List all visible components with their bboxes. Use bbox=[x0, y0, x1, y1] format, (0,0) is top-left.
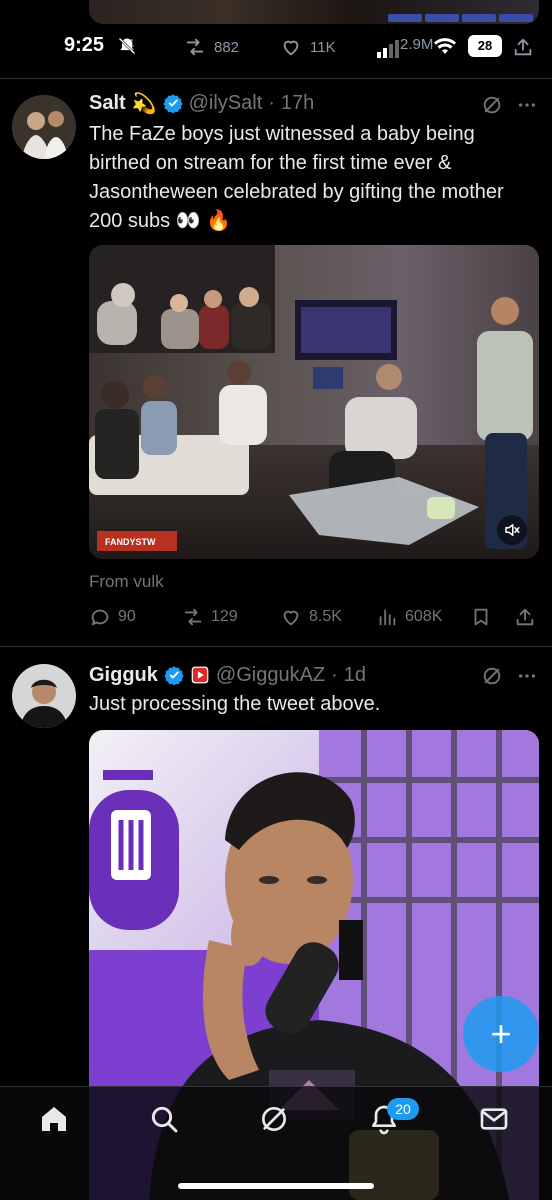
like-count: 8.5K bbox=[309, 608, 342, 625]
tweet-age[interactable]: 17h bbox=[281, 92, 314, 115]
battery-indicator: 28 bbox=[468, 35, 502, 57]
bookmark-button[interactable] bbox=[470, 606, 492, 628]
compose-button[interactable]: + bbox=[463, 996, 539, 1072]
author-handle[interactable]: @GiggukAZ bbox=[216, 664, 325, 687]
header-separator: · bbox=[268, 91, 275, 114]
author-name[interactable]: Gigguk bbox=[89, 664, 158, 687]
cellular-signal-icon bbox=[377, 40, 399, 58]
avatar-image bbox=[12, 95, 76, 159]
status-time: 9:25 bbox=[64, 34, 105, 56]
youtube-affiliate-icon bbox=[191, 666, 209, 684]
retweet-button[interactable]: 129 bbox=[182, 606, 238, 628]
tweet-header: Gigguk @GiggukAZ · 1d bbox=[89, 662, 366, 688]
views-chart-icon bbox=[379, 609, 396, 626]
media-watermark bbox=[388, 14, 533, 22]
reply-button[interactable]: 90 bbox=[89, 606, 136, 628]
share-button[interactable] bbox=[514, 606, 536, 628]
notifications-badge: 20 bbox=[387, 1098, 419, 1120]
previous-tweet-media[interactable] bbox=[89, 0, 539, 24]
bell-slash-icon bbox=[118, 37, 136, 55]
divider bbox=[0, 646, 552, 647]
grok-icon[interactable] bbox=[481, 94, 503, 116]
header-separator: · bbox=[331, 663, 338, 686]
grok-icon[interactable] bbox=[258, 1103, 290, 1135]
author-name-emoji: 💫 bbox=[131, 92, 157, 115]
divider bbox=[0, 78, 552, 79]
messages-envelope-icon[interactable] bbox=[478, 1103, 510, 1135]
wifi-icon bbox=[434, 38, 456, 54]
home-indicator[interactable] bbox=[178, 1183, 374, 1189]
search-icon[interactable] bbox=[148, 1103, 180, 1135]
mute-button[interactable] bbox=[497, 515, 527, 545]
status-bar: 9:25 28 bbox=[0, 30, 552, 64]
avatar[interactable] bbox=[12, 664, 76, 728]
retweet-count: 129 bbox=[211, 608, 238, 625]
avatar[interactable] bbox=[12, 95, 76, 159]
tweet-text: Just processing the tweet above. bbox=[89, 693, 381, 715]
tweet-actions: 90 129 8.5K 608K bbox=[0, 606, 552, 632]
tweet-text: The FaZe boys just witnessed a baby bein… bbox=[89, 123, 504, 232]
heart-icon bbox=[283, 610, 299, 626]
video-frame: FANDYSTW bbox=[89, 245, 539, 559]
more-options-icon[interactable] bbox=[516, 665, 538, 687]
views-button[interactable]: 608K bbox=[376, 606, 442, 628]
tweet-age[interactable]: 1d bbox=[344, 664, 366, 687]
author-handle[interactable]: @ilySalt bbox=[189, 92, 263, 115]
reply-icon bbox=[91, 609, 109, 626]
tweet-video[interactable]: FANDYSTW bbox=[89, 245, 539, 559]
retweet-icon bbox=[184, 608, 202, 626]
share-icon bbox=[516, 608, 534, 626]
bookmark-icon bbox=[474, 608, 488, 626]
more-options-icon[interactable] bbox=[516, 94, 538, 116]
tweet-header: Salt 💫 @ilySalt · 17h bbox=[89, 90, 314, 116]
verified-badge-icon bbox=[162, 94, 183, 113]
reply-count: 90 bbox=[118, 608, 136, 625]
media-attribution[interactable]: From vulk bbox=[89, 572, 164, 592]
home-icon[interactable] bbox=[38, 1103, 70, 1135]
author-name[interactable]: Salt bbox=[89, 92, 126, 115]
speaker-muted-icon bbox=[505, 524, 520, 536]
plus-icon: + bbox=[490, 1013, 512, 1054]
grok-icon[interactable] bbox=[481, 665, 503, 687]
like-button[interactable]: 8.5K bbox=[280, 606, 342, 628]
verified-badge-icon bbox=[164, 666, 184, 685]
avatar-image bbox=[12, 664, 76, 728]
media-overlay-label: FANDYSTW bbox=[105, 537, 156, 547]
view-count: 608K bbox=[405, 608, 443, 625]
